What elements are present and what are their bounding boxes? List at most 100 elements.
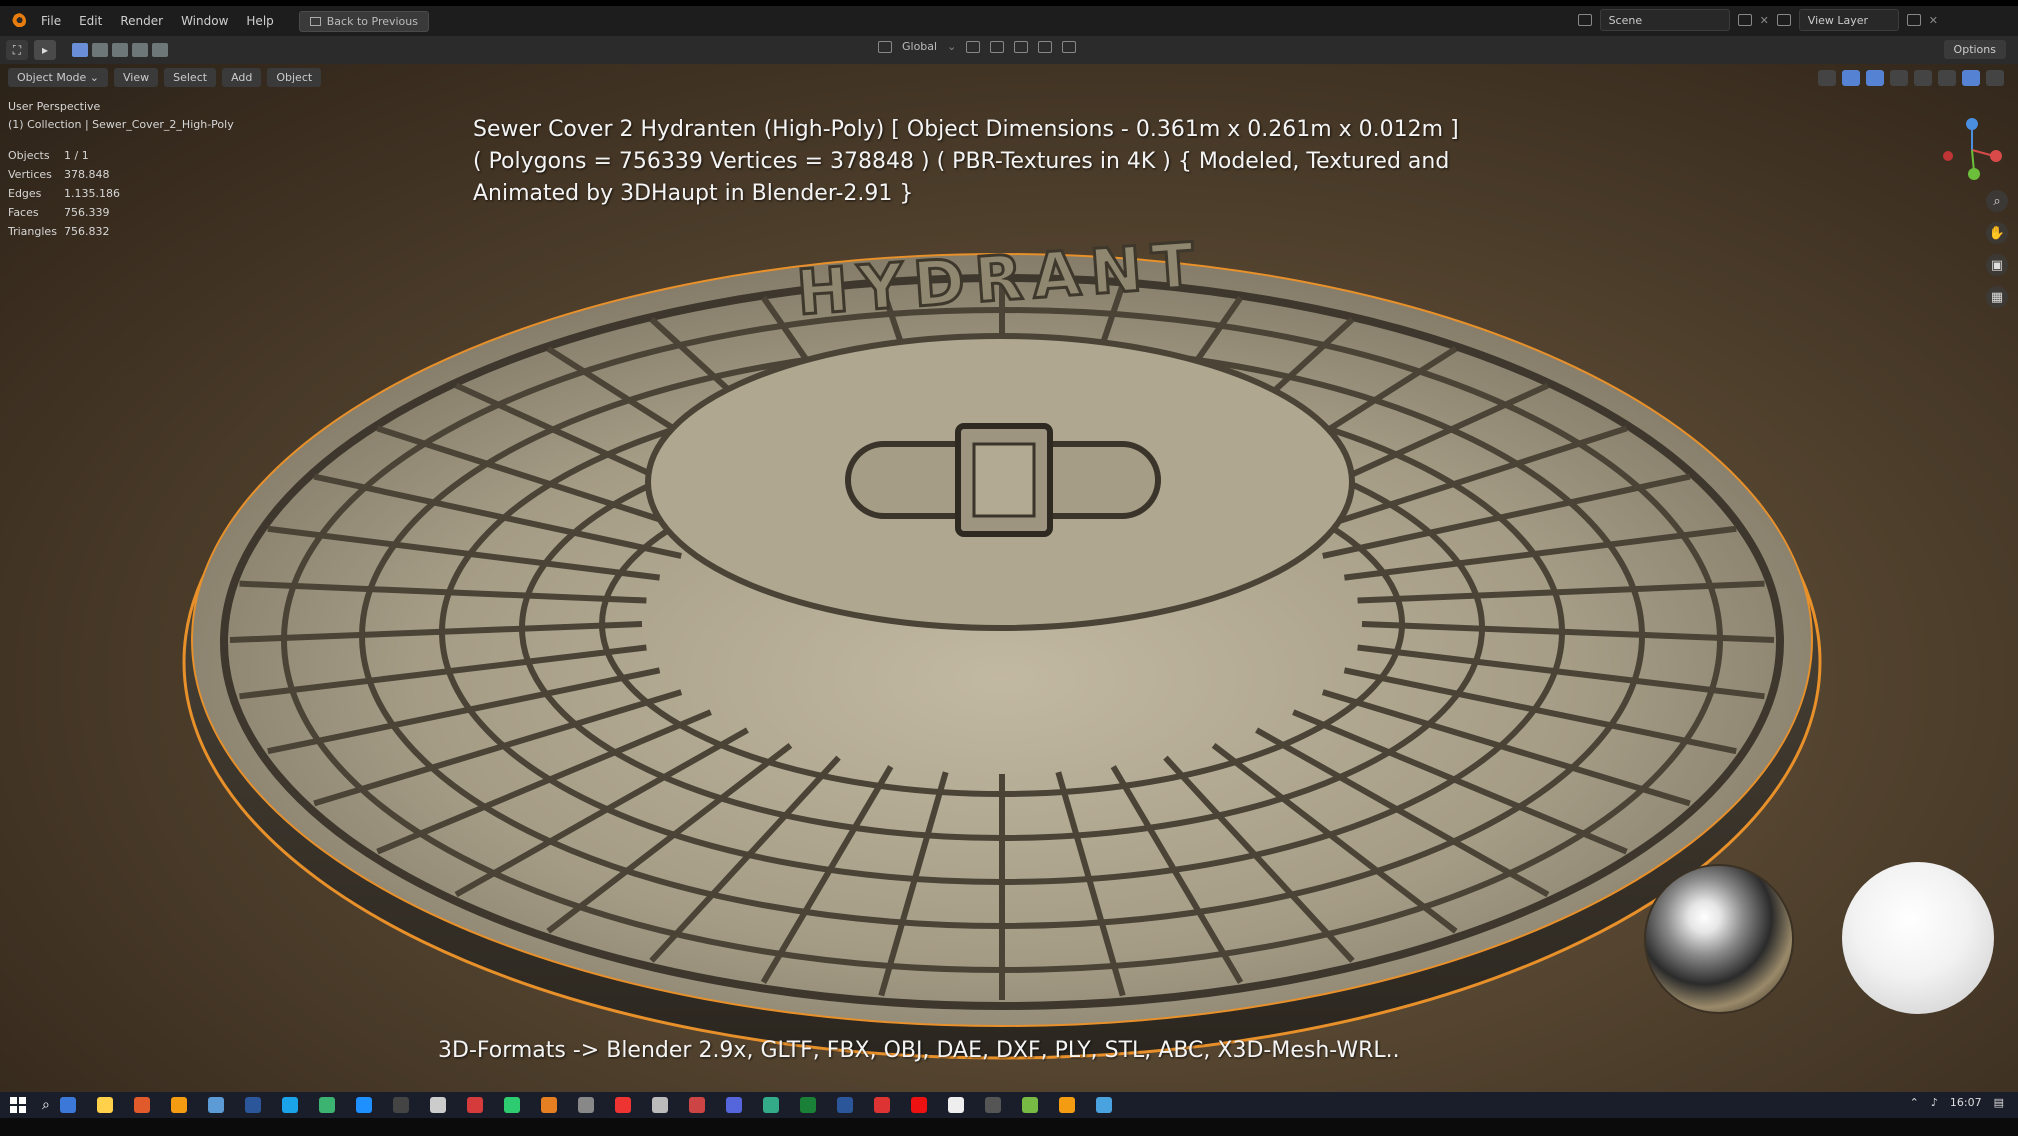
taskbar-app-icon[interactable] [762, 1097, 779, 1113]
z-axis-icon[interactable] [1966, 118, 1978, 130]
visibility-icon[interactable] [1818, 70, 1836, 86]
stat-value: 756.832 [64, 225, 110, 238]
tray-chevron-icon[interactable]: ⌃ [1910, 1096, 1919, 1109]
view-menu[interactable]: View [114, 68, 159, 87]
taskbar-app-icon[interactable] [59, 1097, 76, 1113]
object-menu[interactable]: Object [267, 68, 322, 87]
selection-mode-invert-icon[interactable] [132, 43, 148, 57]
view-layer-label: View Layer [1807, 13, 1869, 27]
taskbar-apps [50, 1097, 1123, 1113]
taskbar-app-icon[interactable] [910, 1097, 927, 1113]
taskbar-app-icon[interactable] [207, 1097, 224, 1113]
selection-mode-new-icon[interactable] [72, 43, 88, 57]
menu-file[interactable]: File [32, 6, 70, 36]
selection-mode-intersect-icon[interactable] [152, 43, 168, 57]
falloff-icon[interactable] [1062, 40, 1077, 53]
material-preview-icon[interactable] [1962, 70, 1980, 86]
close-layer-icon[interactable]: ✕ [1929, 14, 1938, 27]
taskbar-app-icon[interactable] [1021, 1097, 1038, 1113]
taskbar-app-icon[interactable] [984, 1097, 1001, 1113]
taskbar-app-icon[interactable] [577, 1097, 594, 1113]
viewport-info: User Perspective (1) Collection | Sewer_… [8, 98, 234, 134]
search-icon[interactable]: ⌕ [42, 1097, 50, 1113]
taskbar-app-icon[interactable] [651, 1097, 668, 1113]
options-button[interactable]: Options [1943, 40, 2006, 59]
menu-window[interactable]: Window [172, 6, 237, 36]
taskbar-app-icon[interactable] [355, 1097, 372, 1113]
stat-value: 756.339 [64, 206, 110, 219]
select-menu[interactable]: Select [164, 68, 217, 87]
back-to-previous-button[interactable]: Back to Previous [298, 10, 429, 32]
snap-icon[interactable] [990, 40, 1005, 53]
selection-mode-subtract-icon[interactable] [112, 43, 128, 57]
clock[interactable]: 16:07 [1950, 1096, 1982, 1109]
scene-icon[interactable] [1577, 14, 1592, 26]
gizmo-toggle-icon[interactable] [1842, 70, 1860, 86]
taskbar-app-icon[interactable] [318, 1097, 335, 1113]
taskbar-app-icon[interactable] [429, 1097, 446, 1113]
new-scene-icon[interactable] [1737, 14, 1752, 26]
xray-icon[interactable] [1890, 70, 1908, 86]
caption-line-3: Animated by 3DHaupt in Blender-2.91 } [473, 181, 914, 206]
add-menu[interactable]: Add [222, 68, 262, 87]
taskbar-app-icon[interactable] [688, 1097, 705, 1113]
taskbar-app-icon[interactable] [540, 1097, 557, 1113]
solid-shading-icon[interactable] [1938, 70, 1956, 86]
notification-icon[interactable]: ▤ [1994, 1096, 2004, 1109]
close-icon[interactable]: ✕ [1760, 14, 1769, 27]
taskbar-app-icon[interactable] [96, 1097, 113, 1113]
stat-row: Faces 756.339 [8, 203, 120, 222]
hdri-reflection-sphere [1646, 866, 1792, 1012]
back-to-previous-label: Back to Previous [326, 14, 418, 28]
taskbar-app-icon[interactable] [614, 1097, 631, 1113]
taskbar-app-icon[interactable] [466, 1097, 483, 1113]
windows-taskbar: ⌕ ⌃ ♪ 16:07 ▤ [0, 1092, 2018, 1118]
overlay-toggle-icon[interactable] [1866, 70, 1884, 86]
menu-help[interactable]: Help [237, 6, 282, 36]
taskbar-app-icon[interactable] [133, 1097, 150, 1113]
taskbar-app-icon[interactable] [392, 1097, 409, 1113]
y-axis-icon[interactable] [1968, 168, 1980, 180]
menu-edit[interactable]: Edit [70, 6, 111, 36]
taskbar-app-icon[interactable] [1058, 1097, 1075, 1113]
transform-orientation-select[interactable]: Global [902, 40, 937, 53]
camera-icon[interactable]: ▣ [1986, 254, 2008, 276]
speaker-icon[interactable]: ♪ [1931, 1096, 1938, 1109]
select-tool-icon[interactable]: ▸ [34, 40, 56, 60]
pan-hand-icon[interactable]: ✋ [1986, 222, 2008, 244]
object-mode-select[interactable]: Object Mode ⌄ [8, 68, 109, 87]
menu-render[interactable]: Render [111, 6, 172, 36]
taskbar-app-icon[interactable] [836, 1097, 853, 1113]
taskbar-app-icon[interactable] [281, 1097, 298, 1113]
taskbar-app-icon[interactable] [1095, 1097, 1112, 1113]
x-axis-icon[interactable] [1990, 150, 2002, 162]
neg-x-axis-icon[interactable] [1943, 151, 1953, 161]
taskbar-app-icon[interactable] [873, 1097, 890, 1113]
wireframe-shading-icon[interactable] [1914, 70, 1932, 86]
windows-start-icon[interactable] [10, 1097, 26, 1113]
taskbar-app-icon[interactable] [244, 1097, 261, 1113]
taskbar-app-icon[interactable] [725, 1097, 742, 1113]
stat-value: 1.135.186 [64, 187, 120, 200]
scene-selector[interactable]: Scene [1599, 9, 1730, 31]
view-layer-selector[interactable]: View Layer [1798, 9, 1899, 31]
blender-logo-icon[interactable] [10, 13, 26, 29]
taskbar-app-icon[interactable] [170, 1097, 187, 1113]
view-layer-icon[interactable] [1776, 14, 1791, 26]
proportional-editing-icon[interactable] [1038, 40, 1053, 53]
snap-target-icon[interactable] [1014, 40, 1029, 53]
rendered-shading-icon[interactable] [1986, 70, 2004, 86]
pivot-point-icon[interactable] [966, 40, 981, 53]
hdri-diffuse-sphere [1842, 862, 1994, 1014]
navigation-gizmo[interactable] [1938, 114, 2008, 184]
grid-icon[interactable]: ▦ [1986, 286, 2008, 308]
screen-icon [309, 16, 321, 26]
zoom-icon[interactable]: ⌕ [1986, 190, 2008, 212]
taskbar-app-icon[interactable] [947, 1097, 964, 1113]
taskbar-app-icon[interactable] [503, 1097, 520, 1113]
selection-mode-extend-icon[interactable] [92, 43, 108, 57]
taskbar-app-icon[interactable] [799, 1097, 816, 1113]
3d-viewport[interactable]: HYDRANT Object Mode ⌄ View Select Add Ob… [0, 64, 2018, 1092]
new-layer-icon[interactable] [1906, 14, 1921, 26]
editor-type-icon[interactable]: ⛶ [6, 40, 28, 60]
